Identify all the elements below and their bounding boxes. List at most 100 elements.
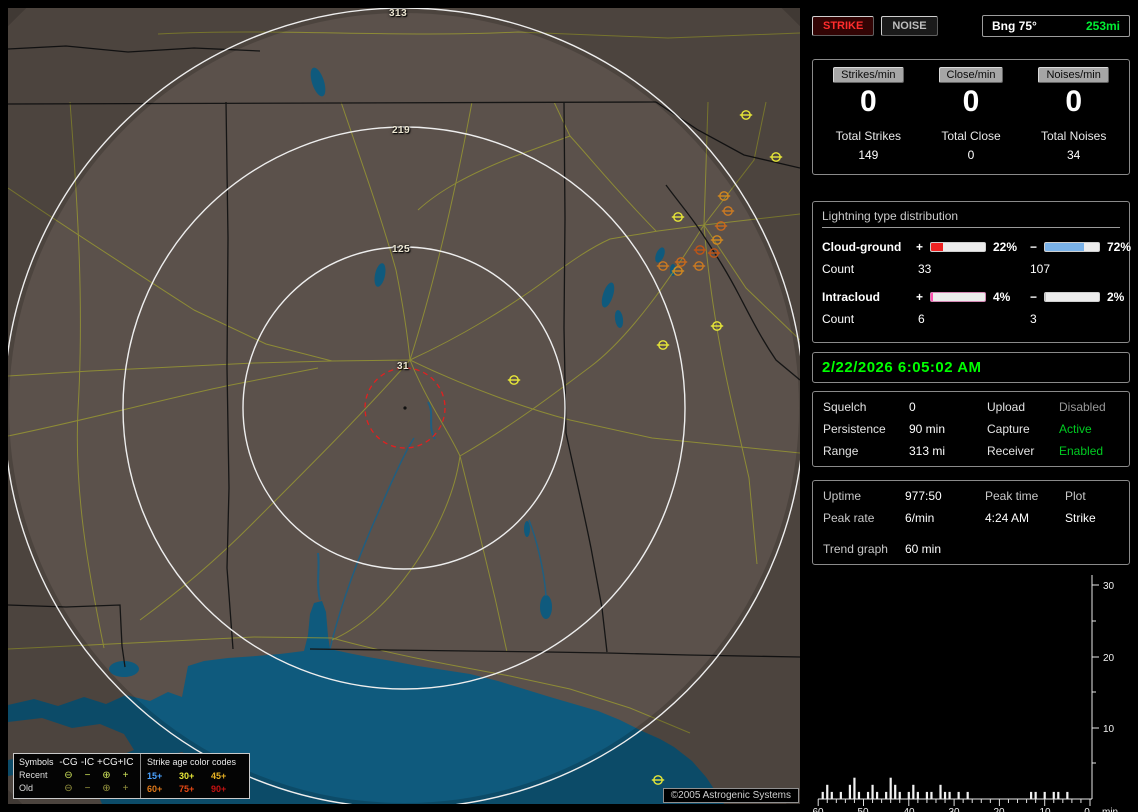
svg-text:50: 50 <box>857 807 869 812</box>
svg-text:60: 60 <box>812 807 824 812</box>
legend-col-header: +CG <box>97 757 118 768</box>
range-ring-label: 313 <box>389 8 408 19</box>
map-display[interactable]: 313 219 125 31 Symbols -CG -IC +CG +IC R… <box>8 8 800 804</box>
total-strikes-label: Total Strikes <box>835 128 902 143</box>
legend-symbols-title: Symbols <box>19 757 54 767</box>
distribution-panel: Lightning type distribution Cloud-ground… <box>812 200 1131 343</box>
minus-sign: − <box>1030 239 1038 254</box>
ic-plus-bar-fill <box>931 292 934 301</box>
svg-text:0: 0 <box>1084 807 1090 812</box>
close-counter: Close/min 0 Total Close 0 <box>920 67 1023 162</box>
range-label: Range <box>823 443 859 458</box>
receiver-location-dot <box>403 406 407 410</box>
legend-col-header: -CG <box>59 757 78 768</box>
trend-graph-label: Trend graph <box>823 541 888 556</box>
recent-pos-ic-icon: + <box>122 770 129 781</box>
legend-age-section: Strike age color codes 15+ 30+ 45+ 60+ 7… <box>141 754 249 798</box>
capture-status: Active <box>1059 421 1092 436</box>
ic-plus-bar <box>930 291 986 302</box>
strikes-counter: Strikes/min 0 Total Strikes 149 <box>817 67 920 162</box>
rate-counters-panel: Strikes/min 0 Total Strikes 149 Close/mi… <box>812 59 1130 175</box>
svg-text:min: min <box>1102 807 1118 812</box>
noise-mode-button[interactable]: NOISE <box>881 16 938 36</box>
recent-pos-cg-icon: ⊕ <box>102 770 111 781</box>
cg-minus-bar-fill <box>1045 242 1084 251</box>
bearing-range-readout: Bng 75° 253mi <box>982 15 1130 37</box>
cloud-ground-count-row: Count 33 107 <box>822 257 1120 281</box>
range-value: 313 mi <box>909 443 946 458</box>
uptime-label: Uptime <box>823 488 862 503</box>
range-ring-label: 31 <box>397 361 410 372</box>
count-label: Count <box>822 261 855 276</box>
peak-time-value: 4:24 AM <box>985 510 1030 525</box>
total-noises-value: 34 <box>1067 147 1081 162</box>
recent-neg-ic-icon: − <box>84 770 91 781</box>
old-neg-ic-icon: − <box>84 783 91 794</box>
toolbar: STRIKE NOISE Bng 75° 253mi <box>812 14 1130 38</box>
minus-sign: − <box>1030 289 1038 304</box>
trend-graph: 30 20 10 60 50 40 30 20 10 0 min <box>812 567 1130 812</box>
range-ring-label: 219 <box>392 125 411 136</box>
cg-minus-bar <box>1044 241 1100 252</box>
count-label: Count <box>822 311 855 326</box>
strike-mode-button[interactable]: STRIKE <box>812 16 875 36</box>
total-noises-label: Total Noises <box>1040 128 1107 143</box>
legend-col-header: -IC <box>80 757 95 768</box>
total-strikes-value: 149 <box>858 147 879 162</box>
svg-text:20: 20 <box>1103 653 1115 664</box>
cg-plus-pct: 22% <box>993 239 1018 254</box>
peak-rate-value: 6/min <box>905 510 935 525</box>
intracloud-label: Intracloud <box>822 289 881 304</box>
trend-x-ticks <box>817 798 1091 806</box>
upload-label: Upload <box>987 399 1026 414</box>
cg-plus-count: 33 <box>918 261 932 276</box>
bearing-value: Bng 75° <box>992 19 1037 33</box>
persistence-label: Persistence <box>823 421 886 436</box>
noises-counter: Noises/min 0 Total Noises 34 <box>1022 67 1125 162</box>
distribution-title: Lightning type distribution <box>822 209 1120 228</box>
plus-sign: + <box>916 289 924 304</box>
svg-text:20: 20 <box>993 807 1005 812</box>
legend-recent-label: Recent <box>19 770 48 780</box>
legend-symbols-section: Symbols -CG -IC +CG +IC Recent ⊖ − ⊕ + O… <box>14 754 141 798</box>
strikes-per-min-button[interactable]: Strikes/min <box>833 67 904 83</box>
old-neg-cg-icon: ⊖ <box>64 783 73 794</box>
ic-minus-bar <box>1044 291 1100 302</box>
legend-col-header: +IC <box>117 757 134 768</box>
intracloud-count-row: Count 6 3 <box>822 307 1120 331</box>
ic-minus-pct: 2% <box>1107 289 1125 304</box>
total-close-value: 0 <box>967 147 975 162</box>
persistence-value: 90 min <box>909 421 946 436</box>
total-close-label: Total Close <box>941 128 1001 143</box>
ic-minus-count: 3 <box>1030 311 1037 326</box>
stats-panel: Uptime 977:50 Peak time Plot Peak rate 6… <box>812 479 1130 565</box>
legend-old-label: Old <box>19 783 34 793</box>
peak-rate-label: Peak rate <box>823 510 875 525</box>
plot-value: Strike <box>1065 510 1096 525</box>
cg-plus-bar <box>930 241 986 252</box>
peak-time-label: Peak time <box>985 488 1039 503</box>
close-per-min-value: 0 <box>962 85 980 118</box>
trend-window-value: 60 min <box>905 541 942 556</box>
close-per-min-button[interactable]: Close/min <box>938 67 1004 83</box>
uptime-value: 977:50 <box>905 488 942 503</box>
squelch-label: Squelch <box>823 399 867 414</box>
age-code: 90+ <box>211 784 227 794</box>
noises-per-min-button[interactable]: Noises/min <box>1038 67 1109 83</box>
svg-text:30: 30 <box>1103 581 1115 592</box>
receiver-label: Receiver <box>987 443 1035 458</box>
ic-minus-bar-fill <box>1045 292 1047 301</box>
receiver-status: Enabled <box>1059 443 1104 458</box>
age-code: 45+ <box>211 771 227 781</box>
datetime-readout: 2/22/2026 6:05:02 AM <box>812 351 1130 383</box>
cloud-ground-label: Cloud-ground <box>822 239 902 254</box>
old-pos-cg-icon: ⊕ <box>102 783 111 794</box>
squelch-value: 0 <box>909 399 916 414</box>
plot-label: Plot <box>1065 488 1086 503</box>
svg-text:10: 10 <box>1103 724 1115 735</box>
legend-age-title: Strike age color codes <box>147 757 237 767</box>
age-code: 75+ <box>179 784 195 794</box>
settings-panel: Squelch 0 Upload Disabled Persistence 90… <box>812 390 1130 467</box>
nexstorm-window: 313 219 125 31 Symbols -CG -IC +CG +IC R… <box>0 0 1138 812</box>
strikes-per-min-value: 0 <box>859 85 877 118</box>
